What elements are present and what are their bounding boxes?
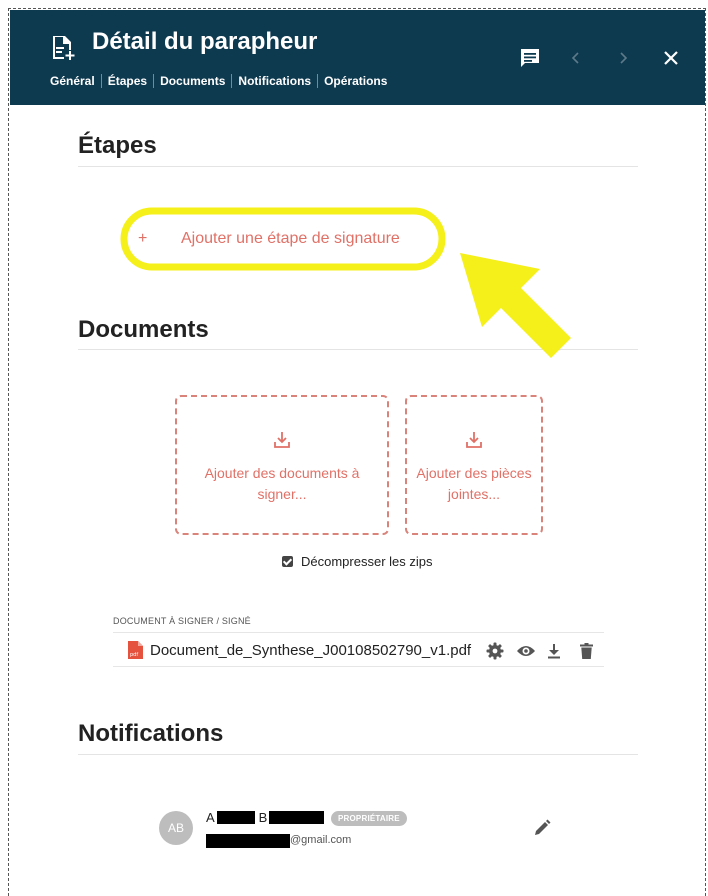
trash-icon [579, 643, 593, 659]
panel-title: Détail du parapheur [92, 28, 318, 55]
eye-icon [517, 646, 535, 656]
previous-button[interactable] [562, 44, 590, 72]
redacted-block [269, 811, 325, 824]
unzip-label: Décompresser les zips [301, 554, 433, 569]
panel-header: Détail du parapheur Général Étapes Docum… [10, 10, 705, 105]
header-tabs: Général Étapes Documents Notifications O… [50, 74, 393, 88]
plus-icon: + [138, 230, 148, 247]
recipient-last-initial: B [258, 810, 268, 825]
tab-documents[interactable]: Documents [153, 74, 231, 88]
pencil-icon [535, 819, 551, 835]
download-icon [466, 432, 482, 448]
steps-divider [78, 166, 638, 167]
tab-general[interactable]: Général [50, 74, 101, 88]
tab-notifications[interactable]: Notifications [231, 74, 317, 88]
recipient-first-initial: A [206, 810, 215, 825]
close-button[interactable] [657, 44, 685, 72]
add-documents-label: Ajouter des documents à signer... [204, 465, 360, 502]
document-list-header: DOCUMENT À SIGNER / SIGNÉ [113, 616, 251, 626]
document-settings-button[interactable] [485, 641, 505, 661]
chevron-left-icon [571, 52, 579, 64]
chevron-right-icon [620, 52, 628, 64]
redacted-block [216, 811, 255, 824]
svg-text:pdf: pdf [130, 652, 138, 658]
owner-badge: PROPRIÉTAIRE [331, 811, 407, 826]
close-icon [664, 51, 678, 65]
document-download-button[interactable] [544, 641, 564, 661]
document-preview-button[interactable] [516, 641, 536, 661]
download-icon [548, 644, 560, 659]
add-attachments-label: Ajouter des pièces jointes... [416, 465, 532, 502]
document-name[interactable]: Document_de_Synthese_J00108502790_v1.pdf [150, 642, 471, 659]
notifications-section-title: Notifications [78, 720, 224, 747]
add-step-label: Ajouter une étape de signature [181, 230, 400, 247]
edit-recipient-button[interactable] [532, 818, 552, 838]
redacted-block [206, 834, 290, 848]
gear-icon [486, 642, 504, 660]
document-delete-button[interactable] [576, 641, 596, 661]
comment-icon [521, 49, 539, 67]
add-attachments-dropzone[interactable]: Ajouter des pièces jointes... [405, 395, 543, 535]
document-row: pdf Document_de_Synthese_J00108502790_v1… [113, 632, 604, 667]
next-button[interactable] [609, 44, 637, 72]
notifications-divider [78, 754, 638, 755]
document-add-icon [53, 36, 75, 60]
add-signature-step-button[interactable]: + Ajouter une étape de signature [138, 228, 448, 252]
tab-etapes[interactable]: Étapes [100, 74, 153, 88]
unzip-checkbox[interactable] [282, 556, 293, 567]
steps-section-title: Étapes [78, 132, 157, 159]
documents-section-title: Documents [78, 316, 209, 343]
download-icon [274, 432, 290, 448]
comment-button[interactable] [516, 44, 544, 72]
avatar: AB [159, 811, 193, 845]
recipient-name: AB [206, 810, 325, 825]
documents-divider [78, 349, 638, 350]
tab-operations[interactable]: Opérations [317, 74, 393, 88]
recipient-email: @gmail.com [290, 834, 352, 846]
add-documents-dropzone[interactable]: Ajouter des documents à signer... [175, 395, 389, 535]
unzip-checkbox-row[interactable]: Décompresser les zips [282, 554, 433, 569]
pdf-icon: pdf [128, 641, 143, 659]
